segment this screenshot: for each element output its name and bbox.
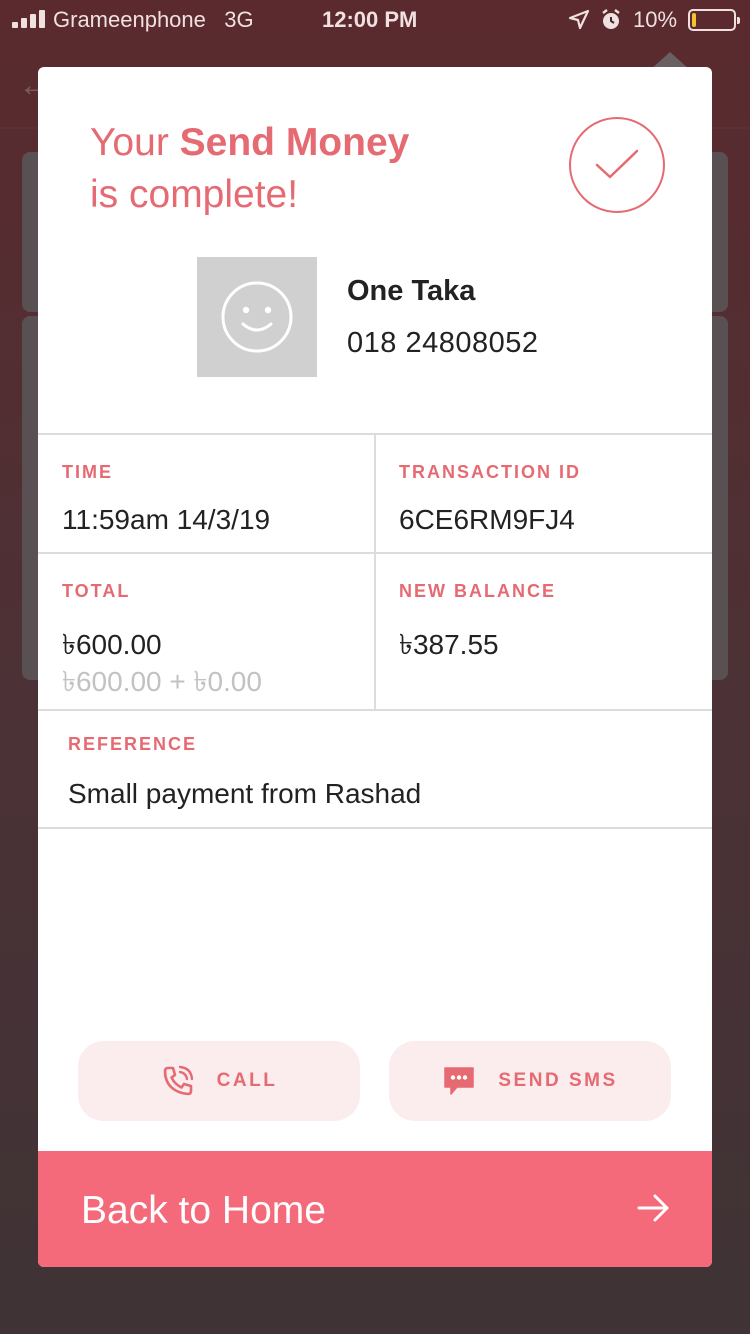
smiley-face-icon (221, 281, 293, 353)
chat-bubble-icon (444, 1067, 475, 1095)
time-label: TIME (62, 462, 113, 482)
new-balance-label: NEW BALANCE (399, 581, 556, 601)
location-arrow-icon (568, 9, 590, 30)
battery-icon (688, 9, 740, 31)
title-bold: Send Money (179, 121, 410, 164)
arrow-right-icon (637, 1194, 669, 1222)
contact-name: One Taka (347, 275, 476, 307)
transaction-id-label: TRANSACTION ID (399, 462, 581, 482)
divider (374, 433, 376, 710)
signal-strength-icon (12, 10, 45, 28)
new-balance-value: ৳387.55 (399, 629, 499, 660)
time-value: 11:59am 14/3/19 (62, 504, 271, 535)
status-time: 12:00 PM (322, 7, 418, 32)
network-type: 3G (224, 7, 254, 32)
carrier-name: Grameenphone 3G (53, 7, 254, 33)
battery-level (692, 13, 696, 27)
modal-title: Your Send Money is complete! (90, 117, 510, 221)
total-label: TOTAL (62, 581, 131, 601)
title-prefix: Your (90, 121, 180, 164)
send-sms-button[interactable]: SEND SMS (389, 1041, 671, 1121)
reference-value: Small payment from Rashad (68, 778, 422, 809)
contact-avatar (197, 257, 317, 377)
checkmark-icon (569, 117, 665, 213)
status-bar: Grameenphone 3G 12:00 PM 10% (0, 0, 750, 40)
alarm-clock-icon (602, 9, 620, 29)
title-suffix: is complete! (90, 173, 299, 216)
phone-call-icon (163, 1065, 193, 1096)
call-button[interactable]: CALL (78, 1041, 360, 1121)
reference-label: REFERENCE (68, 734, 198, 754)
total-breakdown: ৳600.00 + ৳0.00 (62, 666, 262, 697)
call-label: CALL (216, 1070, 278, 1091)
transaction-id-value[interactable]: 6CE6RM9FJ4 (399, 504, 575, 536)
back-to-home-label: Back to Home (81, 1189, 326, 1232)
transaction-complete-modal: Your Send Money is complete! One Taka 01… (38, 67, 712, 1267)
divider (38, 827, 712, 829)
contact-phone: 018 24808052 (347, 327, 539, 359)
carrier-label: Grameenphone (53, 7, 206, 32)
back-to-home-button[interactable]: Back to Home (38, 1151, 712, 1267)
send-sms-label: SEND SMS (498, 1070, 618, 1091)
battery-percent: 10% (633, 7, 678, 32)
